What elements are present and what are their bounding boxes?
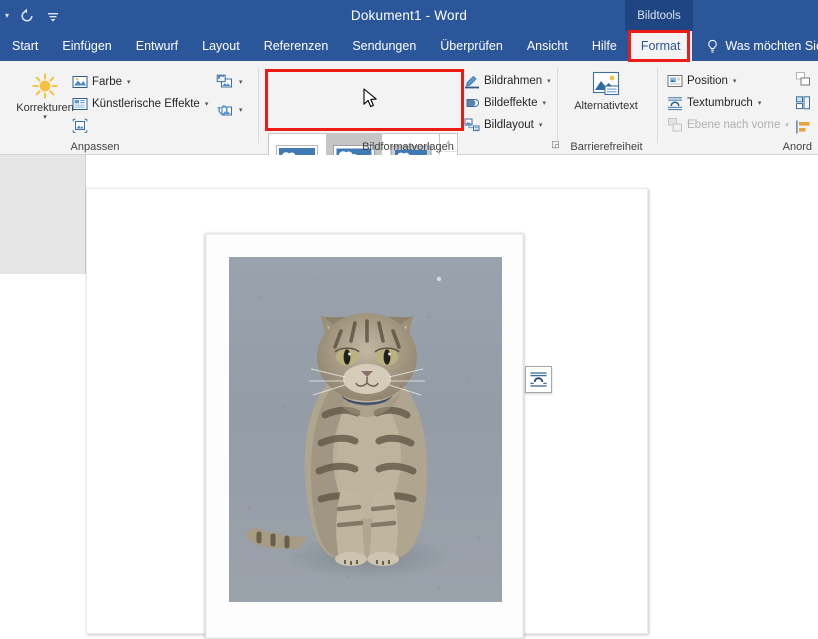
ribbon-group-barrierefreiheit: Alternativtext Barrierefreiheit	[559, 61, 654, 155]
ribbon-group-anordnen: Position ▾ Textumbruch ▾ Ebene nach vorn…	[659, 61, 818, 155]
change-picture-icon	[216, 74, 234, 90]
selection-pane-icon	[795, 95, 811, 111]
chevron-down-icon: ▾	[547, 77, 551, 85]
picture-frame[interactable]	[205, 233, 524, 639]
auswahlbereich-button[interactable]	[795, 95, 811, 111]
chevron-down-icon: ▾	[539, 121, 543, 129]
brightness-contrast-icon	[30, 71, 60, 101]
group-separator	[657, 67, 658, 143]
position-label: Position	[687, 75, 728, 87]
picture-effects-icon	[464, 95, 480, 111]
tab-einfuegen[interactable]: Einfügen	[50, 31, 123, 61]
alternativtext-label: Alternativtext	[574, 100, 638, 112]
document-area	[0, 155, 818, 634]
mouse-cursor	[363, 88, 379, 110]
document-title: Dokument1 - Word	[0, 0, 818, 31]
chevron-down-icon: ▾	[785, 121, 789, 129]
tab-start[interactable]: Start	[0, 31, 50, 61]
reset-picture-icon	[216, 102, 234, 118]
group-separator	[258, 67, 259, 143]
group-label-anordnen: Anord	[659, 141, 818, 153]
ebene-nach-vorne-button: Ebene nach vorne ▾	[667, 117, 789, 133]
chevron-down-icon: ▾	[205, 100, 209, 108]
ribbon-tab-strip[interactable]: Start Einfügen Entwurf Layout Referenzen…	[0, 31, 818, 61]
textumbruch-label: Textumbruch	[687, 97, 753, 109]
alternativtext-button[interactable]: Alternativtext	[569, 71, 643, 112]
kuenstlerische-effekte-label: Künstlerische Effekte	[92, 98, 200, 110]
layout-options-button[interactable]	[525, 366, 552, 393]
bildeffekte-label: Bildeffekte	[484, 97, 538, 109]
group-separator	[557, 67, 558, 143]
position-button[interactable]: Position ▾	[667, 73, 736, 89]
ebene-nach-hinten-button[interactable]	[795, 71, 811, 87]
objekte-ausrichten-button[interactable]	[795, 119, 811, 135]
bildlayout-label: Bildlayout	[484, 119, 534, 131]
chevron-down-icon: ▾	[758, 99, 762, 107]
bildeffekte-button[interactable]: Bildeffekte ▾	[464, 95, 546, 111]
lightbulb-icon	[706, 39, 719, 54]
tab-format[interactable]: Format	[629, 31, 693, 61]
artistic-effects-icon	[72, 96, 88, 112]
tell-me-search[interactable]: Was möchten Sie	[692, 31, 818, 61]
ribbon: Korrekturen ▾ Farbe ▾ Künstlerische Effe…	[0, 61, 818, 155]
ribbon-group-anpassen: Korrekturen ▾ Farbe ▾ Künstlerische Effe…	[0, 61, 190, 155]
group-label-barrierefreiheit: Barrierefreiheit	[559, 141, 654, 153]
farbe-label: Farbe	[92, 76, 122, 88]
picture-color-icon	[72, 74, 88, 90]
title-bar: ▾ Dokument1 - Word Bildtools	[0, 0, 818, 31]
bilder-komprimieren-button[interactable]	[72, 118, 88, 134]
chevron-down-icon: ▾	[733, 77, 737, 85]
chevron-down-icon: ▾	[127, 78, 131, 86]
group-label-bildformatvorlagen: Bildformatvorlagen	[260, 141, 556, 153]
bring-forward-icon	[667, 117, 683, 133]
picture-tools-contextual-label: Bildtools	[625, 0, 693, 31]
bildrahmen-button[interactable]: Bildrahmen ▾	[464, 73, 551, 89]
korrekturen-button[interactable]: Korrekturen ▾	[8, 71, 82, 121]
textumbruch-button[interactable]: Textumbruch ▾	[667, 95, 761, 111]
group-label-anpassen: Anpassen	[0, 141, 190, 153]
position-icon	[667, 73, 683, 89]
left-gray-pane	[0, 155, 86, 274]
bildrahmen-label: Bildrahmen	[484, 75, 542, 87]
tab-referenzen[interactable]: Referenzen	[252, 31, 341, 61]
tab-layout[interactable]: Layout	[190, 31, 252, 61]
ebene-nach-vorne-label: Ebene nach vorne	[687, 119, 780, 131]
alt-text-icon	[590, 71, 622, 99]
tab-ueberpruefen[interactable]: Überprüfen	[428, 31, 515, 61]
document-page[interactable]	[86, 188, 648, 634]
tab-ansicht[interactable]: Ansicht	[515, 31, 580, 61]
picture-layout-icon	[464, 117, 480, 133]
chevron-down-icon: ▾	[239, 78, 243, 86]
picture-border-icon	[464, 73, 480, 89]
chevron-down-icon: ▾	[543, 99, 547, 107]
bildlayout-button[interactable]: Bildlayout ▾	[464, 117, 542, 133]
kuenstlerische-effekte-button[interactable]: Künstlerische Effekte ▾	[72, 96, 208, 112]
wrap-text-icon	[667, 95, 683, 111]
grafik-aendern-button[interactable]: ▾	[216, 74, 243, 90]
tab-sendungen[interactable]: Sendungen	[340, 31, 428, 61]
farbe-button[interactable]: Farbe ▾	[72, 74, 131, 90]
align-objects-icon	[795, 119, 811, 135]
tab-hilfe[interactable]: Hilfe	[580, 31, 629, 61]
layout-options-icon	[529, 370, 548, 389]
send-backward-icon	[795, 71, 811, 87]
chevron-down-icon: ▾	[43, 113, 47, 121]
chevron-down-icon: ▾	[239, 106, 243, 114]
compress-pictures-icon	[72, 118, 88, 134]
cat-photo[interactable]	[229, 257, 502, 602]
tab-entwurf[interactable]: Entwurf	[124, 31, 190, 61]
cat-photo-image	[229, 257, 502, 602]
tell-me-label: Was möchten Sie	[725, 39, 818, 53]
grafik-zuruecksetzen-button[interactable]: ▾	[216, 102, 243, 118]
ribbon-group-bildformatvorlagen: ▲ ▼ Bildrahmen ▾ Bildeffekte ▾	[260, 61, 556, 155]
